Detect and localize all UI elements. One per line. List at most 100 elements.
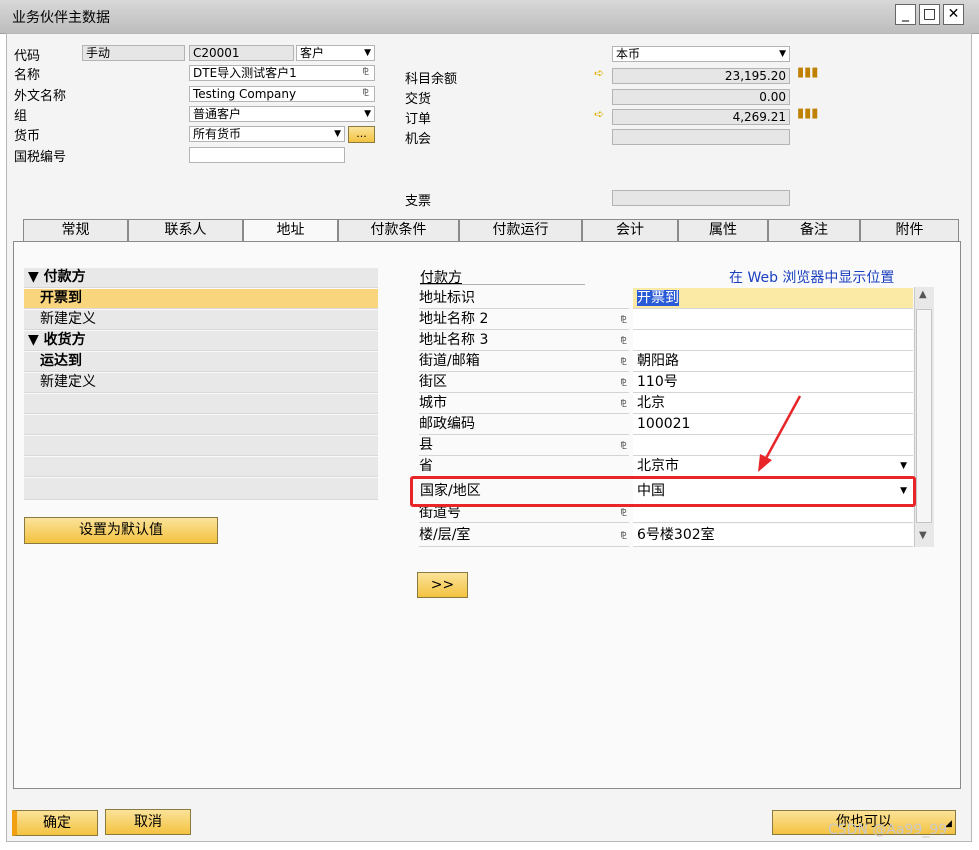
web-map-link[interactable]: 在 Web 浏览器中显示位置: [729, 267, 894, 287]
scroll-thumb[interactable]: [916, 309, 932, 523]
tree-shipper-label: 收货方: [43, 332, 86, 348]
account-balance-label: 科目余额: [405, 72, 458, 87]
tree-ship-to[interactable]: 运达到: [24, 352, 378, 372]
link-arrow-icon[interactable]: ➪: [594, 107, 604, 121]
tax-label: 国税编号: [14, 150, 67, 165]
delivery-label: 交货: [405, 92, 432, 107]
chevron-down-icon: ▼: [779, 49, 786, 59]
scroll-up-icon[interactable]: ▲: [919, 289, 927, 300]
foreign-name-value: Testing Company: [193, 87, 297, 101]
tree-payer-new[interactable]: 新建定义: [24, 310, 378, 330]
ok-button[interactable]: 确定: [12, 810, 98, 836]
opportunity-label: 机会: [405, 132, 432, 147]
tree-empty-row: [24, 436, 378, 456]
chevron-down-icon: ▼: [28, 332, 44, 348]
tab-accounting[interactable]: 会计: [582, 219, 678, 241]
tree-ship-new[interactable]: 新建定义: [24, 373, 378, 393]
address-id-field[interactable]: 开票到: [633, 288, 913, 309]
tab-payment-terms[interactable]: 付款条件: [338, 219, 459, 241]
pin-icon: ⅊: [620, 441, 627, 452]
name-field[interactable]: DTE导入测试客户1 ⅊: [189, 65, 375, 81]
tree-bill-to[interactable]: 开票到: [24, 289, 378, 309]
address-name3-field[interactable]: [633, 330, 913, 351]
address-label-building: 楼/层/室: [419, 524, 629, 547]
address-label-name3: 地址名称 3: [419, 330, 629, 351]
section-divider: [420, 284, 585, 285]
tab-address[interactable]: 地址: [243, 219, 338, 242]
tax-field[interactable]: [189, 147, 345, 163]
tree-empty-row: [24, 478, 378, 500]
address-label-zip: 邮政编码: [419, 414, 629, 435]
address-label-id: 地址标识: [419, 288, 629, 309]
pin-icon: ⅊: [620, 508, 627, 519]
pin-icon: ⅊: [620, 336, 627, 347]
window-title: 业务伙伴主数据: [12, 10, 110, 26]
address-label-county: 县: [419, 435, 629, 456]
tab-contacts[interactable]: 联系人: [128, 219, 243, 241]
foreign-name-field[interactable]: Testing Company ⅊: [189, 86, 375, 102]
currency-value: 所有货币: [193, 127, 242, 141]
address-name2-field[interactable]: [633, 309, 913, 330]
cancel-button[interactable]: 取消: [105, 809, 191, 835]
tab-general[interactable]: 常规: [23, 219, 128, 241]
next-button[interactable]: >>: [417, 572, 468, 598]
tab-remarks[interactable]: 备注: [768, 219, 860, 241]
link-arrow-icon[interactable]: ➪: [594, 66, 604, 80]
tree-payer-label: 付款方: [43, 269, 86, 285]
address-label-street: 街道/邮箱: [419, 351, 629, 372]
group-value: 普通客户: [193, 107, 242, 121]
address-label-street-no: 街道号: [419, 506, 629, 523]
foreign-name-label: 外文名称: [14, 89, 67, 104]
title-bar: 业务伙伴主数据 _ □ ✕: [0, 0, 979, 34]
address-label-block: 街区: [419, 372, 629, 393]
bar-chart-icon[interactable]: ▮▮▮: [797, 106, 818, 121]
annotation-arrow: [758, 395, 802, 472]
group-label: 组: [14, 109, 28, 124]
set-default-button[interactable]: 设置为默认值: [24, 517, 218, 544]
minimize-icon[interactable]: _: [895, 4, 916, 25]
group-select[interactable]: 普通客户 ▼: [189, 106, 375, 122]
currency-select[interactable]: 所有货币 ▼: [189, 126, 345, 142]
type-select[interactable]: 客户 ▼: [296, 45, 375, 61]
code-value: C20001: [193, 46, 240, 60]
address-street-field[interactable]: 朝阳路: [633, 351, 913, 372]
close-icon[interactable]: ✕: [943, 4, 964, 25]
tree-shipper-header[interactable]: ▼ 收货方: [24, 331, 378, 351]
tab-attachments[interactable]: 附件: [860, 219, 959, 241]
account-balance-field: 23,195.20: [612, 68, 790, 84]
address-building-field[interactable]: 6号楼302室: [633, 524, 913, 547]
maximize-icon[interactable]: □: [919, 4, 940, 25]
address-street-no-field[interactable]: [633, 506, 913, 523]
type-value: 客户: [300, 46, 325, 60]
bar-chart-icon[interactable]: ▮▮▮: [797, 65, 818, 80]
address-label-state: 省: [419, 456, 629, 477]
chevron-down-icon: ▼: [28, 269, 44, 285]
tab-properties[interactable]: 属性: [678, 219, 768, 241]
code-mode-field[interactable]: 手动: [82, 45, 185, 61]
balance-currency-select[interactable]: 本币 ▼: [612, 46, 790, 62]
address-scrollbar[interactable]: ▲ ▼: [914, 287, 934, 547]
pin-icon: ⅊: [620, 315, 627, 326]
pin-icon: ⅊: [620, 378, 627, 389]
address-label-name2: 地址名称 2: [419, 309, 629, 330]
pin-icon: ⅊: [620, 531, 627, 542]
pin-icon: ⅊: [362, 88, 369, 99]
pin-icon: ⅊: [620, 399, 627, 410]
watermark: CSDN @Aa99_99: [828, 822, 948, 838]
currency-more-button[interactable]: ...: [348, 126, 375, 143]
pin-icon: ⅊: [620, 357, 627, 368]
tree-payer-header[interactable]: ▼ 付款方: [24, 268, 378, 288]
code-field[interactable]: C20001: [189, 45, 294, 61]
currency-label: 货币: [14, 129, 41, 144]
cheque-field: [612, 190, 790, 206]
tree-empty-row: [24, 457, 378, 477]
tree-empty-row: [24, 394, 378, 414]
tree-empty-row: [24, 415, 378, 435]
pin-icon: ⅊: [362, 67, 369, 78]
scroll-down-icon[interactable]: ▼: [919, 530, 927, 541]
tab-payment-run[interactable]: 付款运行: [459, 219, 582, 241]
chevron-down-icon: ▼: [364, 48, 371, 58]
name-label: 名称: [14, 68, 41, 83]
address-label-city: 城市: [419, 393, 629, 414]
opportunity-field: [612, 129, 790, 145]
